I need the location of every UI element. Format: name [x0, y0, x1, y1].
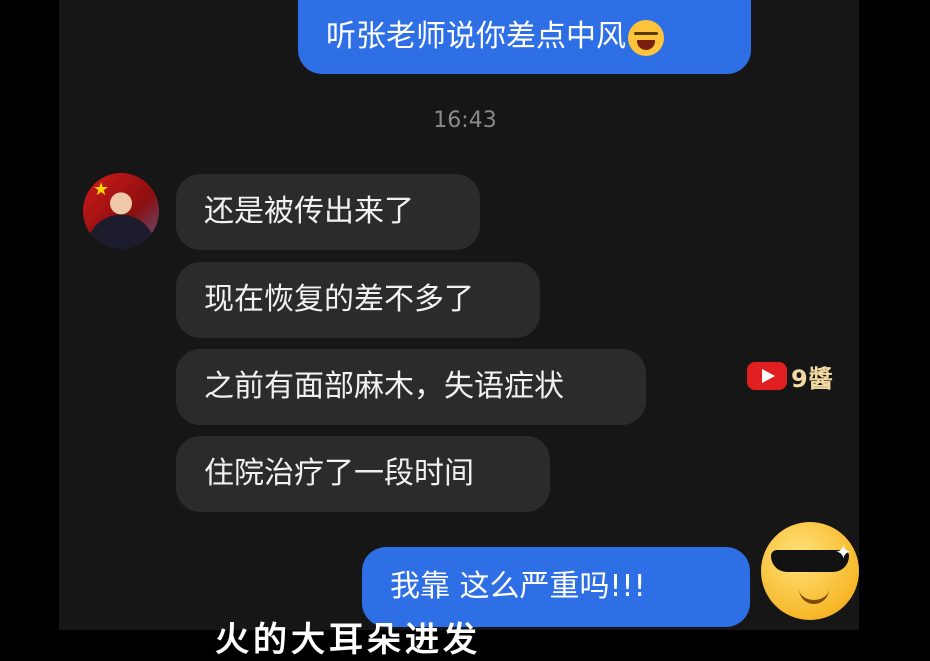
- channel-watermark: 9醬: [747, 360, 834, 393]
- received-message-text: 住院治疗了一段时间: [204, 456, 474, 491]
- received-message-bubble[interactable]: 之前有面部麻木，失语症状: [176, 349, 646, 425]
- received-message-bubble[interactable]: 现在恢复的差不多了: [176, 262, 540, 338]
- smile-icon: [799, 588, 829, 604]
- sent-message-bubble[interactable]: 听张老师说你差点中风: [298, 0, 751, 74]
- watermark-text: 9醬: [791, 364, 834, 393]
- contact-avatar[interactable]: ★: [83, 173, 159, 249]
- laughing-crying-emoji-icon: [628, 19, 664, 56]
- received-message-text: 之前有面部麻木，失语症状: [204, 369, 564, 404]
- sent-message-text: 听张老师说你差点中风: [326, 19, 626, 54]
- youtube-play-icon: [747, 362, 787, 390]
- sent-message-text: 我靠 这么严重吗!!!: [390, 569, 646, 604]
- received-message-text: 还是被传出来了: [204, 194, 414, 229]
- message-timestamp: 16:43: [433, 108, 497, 133]
- received-message-bubble[interactable]: 住院治疗了一段时间: [176, 436, 550, 512]
- received-message-text: 现在恢复的差不多了: [204, 282, 474, 317]
- flag-star-icon: ★: [93, 179, 110, 200]
- video-subtitle: 火的大耳朵进发: [215, 620, 481, 660]
- sparkle-icon: ✦: [835, 540, 852, 564]
- sunglasses-emoji-icon: ✦: [761, 522, 859, 620]
- received-message-bubble[interactable]: 还是被传出来了: [176, 174, 480, 250]
